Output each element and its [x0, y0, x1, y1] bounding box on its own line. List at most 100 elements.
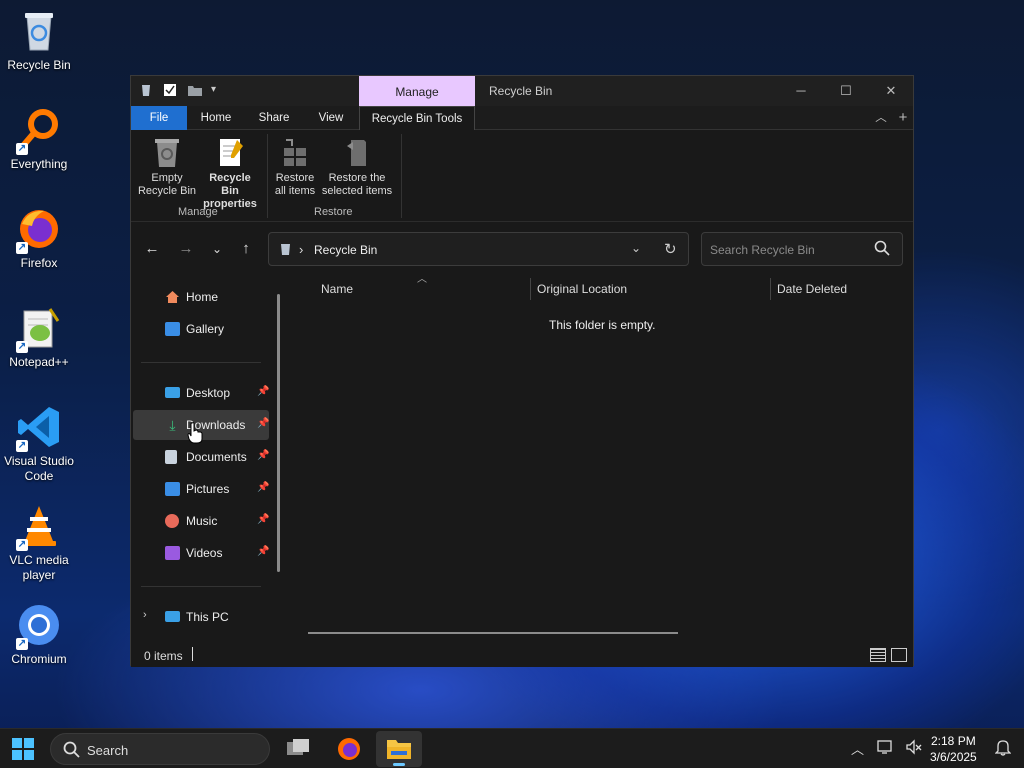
- empty-line1: Empty: [151, 172, 183, 184]
- desktop-icon-notepad-plus-plus[interactable]: ↗ Notepad++: [0, 305, 78, 370]
- restore-selected-items-button[interactable]: Restore the selected items: [319, 136, 395, 198]
- firefox-icon: ↗: [16, 206, 62, 254]
- forward-arrow-icon[interactable]: →: [176, 239, 196, 259]
- column-header-name[interactable]: Name: [321, 282, 353, 296]
- back-arrow-icon[interactable]: ←: [142, 239, 162, 259]
- sidebar-item-music[interactable]: Music 📌: [133, 506, 269, 536]
- customize-toolbar-chevron-icon[interactable]: ▾: [211, 83, 225, 97]
- props-line1: Recycle Bin: [209, 172, 251, 197]
- properties-icon: [215, 136, 245, 168]
- sidebar-divider: [141, 362, 261, 363]
- maximize-button[interactable]: ☐: [831, 81, 861, 101]
- search-input[interactable]: [710, 241, 870, 259]
- sidebar-scrollbar[interactable]: [277, 294, 280, 572]
- system-clock[interactable]: 2:18 PM 3/6/2025: [930, 733, 977, 765]
- notification-bell-icon[interactable]: [994, 738, 1012, 759]
- pin-icon[interactable]: 📌: [257, 386, 269, 397]
- column-separator[interactable]: [530, 278, 531, 300]
- recycle-bin-small-icon: [139, 83, 153, 97]
- sidebar-item-this-pc[interactable]: › This PC: [133, 602, 269, 632]
- volume-muted-icon[interactable]: [905, 738, 923, 759]
- empty-line2: Recycle Bin: [137, 185, 197, 197]
- restore-selected-icon: [342, 136, 372, 168]
- desktop-icon-firefox[interactable]: ↗ Firefox: [0, 206, 78, 271]
- horizontal-scrollbar[interactable]: [308, 632, 678, 634]
- status-divider: [192, 647, 193, 661]
- desktop-folder-icon: [165, 387, 180, 398]
- sidebar-item-desktop[interactable]: Desktop 📌: [133, 378, 269, 408]
- taskbar-file-explorer-icon[interactable]: [376, 731, 422, 767]
- restore-all-items-button[interactable]: Restore all items: [271, 136, 319, 198]
- taskbar-search-box[interactable]: Search: [50, 733, 270, 765]
- sidebar-item-label: Pictures: [186, 482, 230, 496]
- active-app-indicator: [393, 763, 405, 766]
- group-label-manage: Manage: [178, 206, 218, 218]
- start-windows-icon[interactable]: [12, 738, 34, 760]
- search-box[interactable]: [701, 232, 903, 266]
- search-icon[interactable]: [874, 240, 890, 259]
- desktop-icon-recycle-bin[interactable]: Recycle Bin: [0, 8, 78, 73]
- desktop-icon-everything[interactable]: ↗ Everything: [0, 107, 78, 172]
- downloads-arrow-icon: ⤓: [169, 417, 176, 433]
- sidebar-item-label: Videos: [186, 546, 223, 560]
- desktop-icon-label: VLC media player: [9, 553, 69, 582]
- manage-context-tab[interactable]: Manage: [359, 76, 475, 106]
- clock-time: 2:18 PM: [931, 734, 976, 748]
- help-plus-icon[interactable]: +: [895, 106, 911, 130]
- sidebar-item-pictures[interactable]: Pictures 📌: [133, 474, 269, 504]
- task-view-icon[interactable]: [276, 731, 322, 767]
- tab-recycle-bin-tools[interactable]: Recycle Bin Tools: [359, 106, 475, 131]
- recycle-bin-properties-button[interactable]: Recycle Bin properties: [199, 136, 261, 211]
- new-folder-icon[interactable]: [187, 83, 202, 97]
- sidebar-item-gallery[interactable]: Gallery: [133, 314, 269, 344]
- pin-icon[interactable]: 📌: [257, 418, 269, 429]
- desktop-icon-chromium[interactable]: ↗ Chromium: [0, 602, 78, 667]
- empty-recycle-bin-button[interactable]: Empty Recycle Bin: [137, 136, 197, 198]
- taskbar: Search ︿ 2:18 PM 3/6/2025: [0, 728, 1024, 768]
- sidebar-item-videos[interactable]: Videos 📌: [133, 538, 269, 568]
- up-arrow-icon[interactable]: ↑: [236, 239, 256, 259]
- music-icon: [165, 514, 179, 528]
- shortcut-arrow-icon: ↗: [16, 638, 28, 650]
- minimize-button[interactable]: ─: [786, 81, 816, 101]
- tab-home[interactable]: Home: [191, 106, 241, 130]
- tab-file[interactable]: File: [131, 106, 187, 130]
- title-bar[interactable]: ▾ Manage Recycle Bin ─ ☐ ✕: [131, 76, 913, 106]
- notepad-plus-plus-icon: ↗: [16, 305, 62, 353]
- navigation-bar: ← → ⌄ ↑ › Recycle Bin ⌄ ↻: [131, 222, 913, 274]
- restore-sel-line2: selected items: [321, 185, 393, 197]
- column-header-original-location[interactable]: Original Location: [537, 282, 627, 296]
- properties-checkbox-icon[interactable]: [163, 83, 177, 97]
- restore-all-line1: Restore: [275, 172, 315, 184]
- restore-sel-line1: Restore the: [328, 172, 386, 184]
- address-history-chevron-icon[interactable]: ⌄: [631, 241, 641, 255]
- pin-icon[interactable]: 📌: [257, 546, 269, 557]
- large-icons-view-icon[interactable]: [891, 648, 907, 662]
- refresh-icon[interactable]: ↻: [664, 240, 677, 258]
- details-view-icon[interactable]: [870, 648, 886, 662]
- recycle-bin-address-icon: [279, 243, 292, 259]
- network-icon[interactable]: [877, 738, 895, 759]
- pin-icon[interactable]: 📌: [257, 450, 269, 461]
- tab-view[interactable]: View: [306, 106, 356, 130]
- pin-icon[interactable]: 📌: [257, 482, 269, 493]
- pin-icon[interactable]: 📌: [257, 514, 269, 525]
- show-hidden-icons-chevron-icon[interactable]: ︿: [851, 739, 864, 758]
- shortcut-arrow-icon: ↗: [16, 242, 28, 254]
- recent-locations-chevron-icon[interactable]: ⌄: [207, 239, 227, 259]
- address-path[interactable]: Recycle Bin: [314, 243, 377, 257]
- column-separator[interactable]: [770, 278, 771, 300]
- column-header-date-deleted[interactable]: Date Deleted: [777, 282, 847, 296]
- home-icon: [165, 290, 180, 304]
- close-button[interactable]: ✕: [876, 81, 906, 101]
- empty-folder-message: This folder is empty.: [549, 318, 656, 332]
- desktop-icon-vscode[interactable]: ↗ Visual Studio Code: [0, 404, 78, 484]
- sidebar-item-home[interactable]: Home: [133, 282, 269, 312]
- tab-share[interactable]: Share: [249, 106, 299, 130]
- desktop-icon-vlc[interactable]: ↗ VLC media player: [0, 503, 78, 583]
- address-bar[interactable]: › Recycle Bin ⌄ ↻: [268, 232, 689, 266]
- expand-chevron-icon[interactable]: ›: [143, 609, 147, 621]
- taskbar-firefox-icon[interactable]: [326, 731, 372, 767]
- search-icon: [63, 741, 80, 761]
- collapse-ribbon-chevron-icon[interactable]: ︿: [873, 106, 889, 130]
